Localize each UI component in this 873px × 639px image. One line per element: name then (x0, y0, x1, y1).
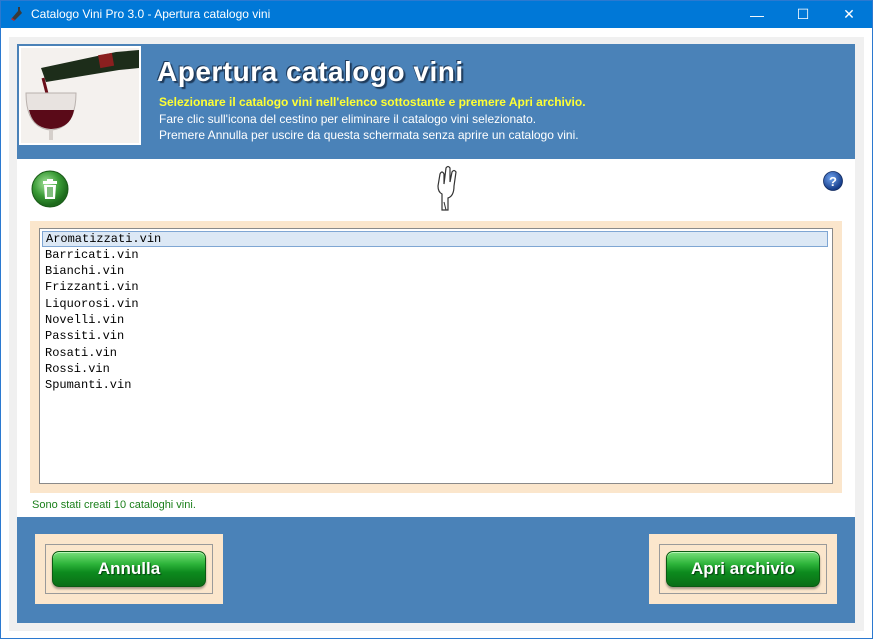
dialog-client-area: Apertura catalogo vini Selezionare il ca… (9, 37, 864, 631)
list-item[interactable]: Rosati.vin (42, 345, 828, 361)
open-archive-button-border: Apri archivio (659, 544, 827, 594)
instruction-line-2: Fare clic sull'icona del cestino per eli… (159, 112, 537, 126)
app-window: Catalogo Vini Pro 3.0 - Apertura catalog… (0, 0, 873, 639)
wine-bottle-app-icon (11, 7, 22, 21)
footer-bar: Annulla Apri archivio (17, 517, 855, 623)
help-glyph: ? (829, 174, 837, 189)
list-item[interactable]: Passiti.vin (42, 328, 828, 344)
maximize-button[interactable]: ☐ (780, 1, 826, 28)
title-bar[interactable]: Catalogo Vini Pro 3.0 - Apertura catalog… (1, 1, 872, 28)
list-item[interactable]: Spumanti.vin (42, 377, 828, 393)
open-archive-button-frame: Apri archivio (649, 534, 837, 604)
list-item[interactable]: Liquorosi.vin (42, 296, 828, 312)
cancel-button-border: Annulla (45, 544, 213, 594)
list-item[interactable]: Barricati.vin (42, 247, 828, 263)
minimize-icon: — (750, 6, 764, 23)
header-banner: Apertura catalogo vini Selezionare il ca… (17, 44, 855, 159)
close-button[interactable]: ✕ (826, 1, 872, 28)
list-item[interactable]: Novelli.vin (42, 312, 828, 328)
list-item[interactable]: Bianchi.vin (42, 263, 828, 279)
window-title: Catalogo Vini Pro 3.0 - Apertura catalog… (31, 7, 271, 21)
help-icon[interactable]: ? (823, 171, 843, 191)
catalog-selection-panel: ? Aromatizzati.vin Barricati.vin Bianchi… (17, 159, 855, 517)
catalog-listbox[interactable]: Aromatizzati.vin Barricati.vin Bianchi.v… (39, 228, 833, 484)
open-archive-button[interactable]: Apri archivio (666, 551, 820, 587)
wine-photo-illustration (21, 48, 139, 143)
list-item[interactable]: Frizzanti.vin (42, 279, 828, 295)
list-item[interactable]: Aromatizzati.vin (42, 231, 828, 247)
instruction-line-1: Selezionare il catalogo vini nell'elenco… (159, 95, 586, 109)
trash-icon[interactable] (31, 170, 69, 208)
cancel-button[interactable]: Annulla (52, 551, 206, 587)
instruction-line-3: Premere Annulla per uscire da questa sch… (159, 128, 579, 142)
close-icon: ✕ (843, 6, 855, 22)
cancel-button-frame: Annulla (35, 534, 223, 604)
maximize-icon: ☐ (796, 6, 810, 22)
wine-pouring-photo (19, 46, 141, 145)
catalog-list-frame: Aromatizzati.vin Barricati.vin Bianchi.v… (30, 221, 842, 493)
page-title: Apertura catalogo vini (157, 56, 464, 87)
pointing-hand-icon (437, 165, 457, 211)
list-item[interactable]: Rossi.vin (42, 361, 828, 377)
minimize-button[interactable]: — (734, 1, 780, 28)
catalog-count-status: Sono stati creati 10 cataloghi vini. (32, 499, 196, 511)
